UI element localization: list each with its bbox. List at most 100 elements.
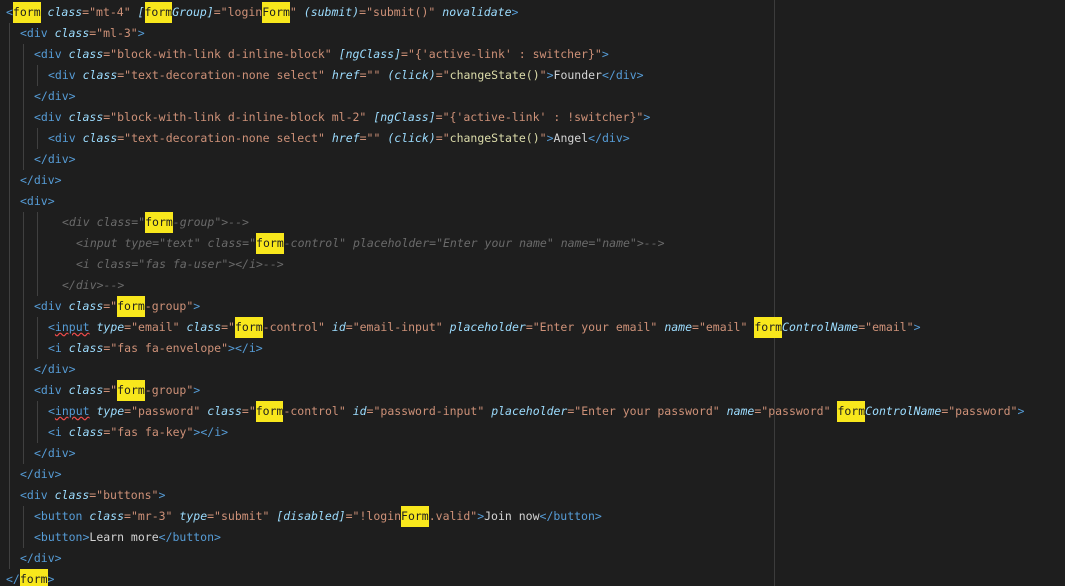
- code-token: <div: [34, 299, 69, 313]
- search-match-highlight: Form: [262, 2, 290, 23]
- code-line[interactable]: <button class ="mr-3" type ="submit" [disa…: [0, 506, 1065, 527]
- code-token: </div>: [34, 152, 76, 166]
- indent-guide: [9, 464, 10, 485]
- code-line[interactable]: <div class ="text-decoration-none select"…: [0, 128, 1065, 149]
- indent-guide: [9, 107, 10, 128]
- code-token: Join now: [484, 509, 540, 523]
- code-line[interactable]: </form >: [0, 569, 1065, 586]
- code-line[interactable]: </div>: [0, 464, 1065, 485]
- code-token: <div class=": [62, 215, 146, 229]
- indent-guide: [9, 128, 10, 149]
- indent-guide: [9, 548, 10, 569]
- search-match-highlight: form: [837, 401, 866, 422]
- code-token: ="password": [941, 404, 1018, 418]
- indent-guide: [37, 128, 38, 149]
- code-token: ="email": [692, 320, 755, 334]
- code-line[interactable]: < input type ="email" class =" form -control"…: [0, 317, 1065, 338]
- indent-guide: [23, 212, 24, 233]
- code-line[interactable]: </div>: [0, 86, 1065, 107]
- code-line[interactable]: <div class ="block-with-link d-inline-blo…: [0, 44, 1065, 65]
- code-token: id: [331, 320, 346, 334]
- code-token: =": [241, 404, 256, 418]
- code-line[interactable]: < input type ="password" class =" form -contr…: [0, 401, 1065, 422]
- code-line[interactable]: <div class=" form -group">-->: [0, 212, 1065, 233]
- code-line[interactable]: </div>: [0, 170, 1065, 191]
- code-token: href: [331, 68, 360, 82]
- code-token: ": [539, 131, 547, 145]
- code-token: <div: [48, 131, 83, 145]
- code-token: >: [137, 26, 145, 40]
- code-editor[interactable]: < form class ="mt-4" [form Group] ="login For…: [0, 0, 1065, 586]
- code-token: input: [54, 404, 90, 418]
- code-token: </div>: [588, 131, 630, 145]
- code-token: </div>: [20, 467, 62, 481]
- code-line[interactable]: </div>-->: [0, 275, 1065, 296]
- code-token: (click): [387, 68, 436, 82]
- indent-guide: [23, 65, 24, 86]
- code-line[interactable]: </div>: [0, 149, 1065, 170]
- code-token: =": [435, 68, 450, 82]
- search-match-highlight: form: [255, 401, 284, 422]
- code-line[interactable]: <div class ="text-decoration-none select"…: [0, 65, 1065, 86]
- code-token: Group]: [172, 5, 214, 19]
- code-token: >: [47, 572, 55, 586]
- code-line[interactable]: </div>: [0, 443, 1065, 464]
- code-token: type: [96, 404, 125, 418]
- code-token: changeState(): [449, 131, 540, 145]
- code-line[interactable]: < form class ="mt-4" [form Group] ="login For…: [0, 2, 1065, 23]
- code-token: class: [68, 110, 104, 124]
- code-token: >: [477, 509, 485, 523]
- code-line[interactable]: <i class="fas fa-user"></i>-->: [0, 254, 1065, 275]
- code-line[interactable]: <input type="text" class=" form -control" …: [0, 233, 1065, 254]
- code-token: input: [54, 320, 90, 334]
- code-line[interactable]: <div class ="ml-3" >: [0, 23, 1065, 44]
- code-line[interactable]: <div class =" form -group" >: [0, 296, 1065, 317]
- code-line[interactable]: <i class ="fas fa-envelope" ></i>: [0, 338, 1065, 359]
- code-token: </button>: [158, 530, 221, 544]
- indent-guide: [9, 485, 10, 506]
- code-token: <: [6, 5, 13, 19]
- code-line[interactable]: <button> Learn more </button>: [0, 527, 1065, 548]
- code-token: type: [179, 509, 208, 523]
- code-line[interactable]: <div class ="buttons" >: [0, 485, 1065, 506]
- indent-guide: [23, 359, 24, 380]
- code-token: ="{'active-link' : !switcher}": [435, 110, 644, 124]
- code-token: ControlName: [865, 404, 942, 418]
- indent-guide: [9, 170, 10, 191]
- code-line[interactable]: </div>: [0, 359, 1065, 380]
- search-match-highlight: form: [145, 212, 173, 233]
- search-match-highlight: form: [144, 2, 173, 23]
- indent-guide: [9, 380, 10, 401]
- code-token: [disabled]: [276, 509, 346, 523]
- code-token: <input type="text" class=": [76, 236, 257, 250]
- code-token: placeholder: [449, 320, 526, 334]
- code-line[interactable]: <div>: [0, 191, 1065, 212]
- code-token: <div: [20, 488, 55, 502]
- code-token: <i: [48, 341, 69, 355]
- code-line[interactable]: <div class =" form -group" >: [0, 380, 1065, 401]
- code-token: >: [546, 68, 554, 82]
- indent-guide: [23, 506, 24, 527]
- indent-guide: [37, 233, 38, 254]
- search-match-highlight: Form: [401, 506, 429, 527]
- indent-guide: [23, 401, 24, 422]
- code-token: </div>: [34, 89, 76, 103]
- code-token: <button>: [34, 530, 90, 544]
- code-token: </div>: [34, 362, 76, 376]
- code-token: class: [68, 341, 104, 355]
- code-token: changeState(): [449, 68, 540, 82]
- code-line[interactable]: <i class ="fas fa-key" ></i>: [0, 422, 1065, 443]
- code-line[interactable]: <div class ="block-with-link d-inline-blo…: [0, 107, 1065, 128]
- code-line[interactable]: </div>: [0, 548, 1065, 569]
- indent-guide: [9, 65, 10, 86]
- code-token: ="Enter your password": [567, 404, 727, 418]
- indent-guide: [9, 275, 10, 296]
- indent-guide: [23, 422, 24, 443]
- code-token: <i: [48, 425, 69, 439]
- code-token: ="{'active-link' : switcher}": [401, 47, 602, 61]
- code-token: class: [207, 404, 242, 418]
- indent-guide: [37, 401, 38, 422]
- indent-guide: [9, 86, 10, 107]
- code-token: ="fas fa-key": [103, 425, 194, 439]
